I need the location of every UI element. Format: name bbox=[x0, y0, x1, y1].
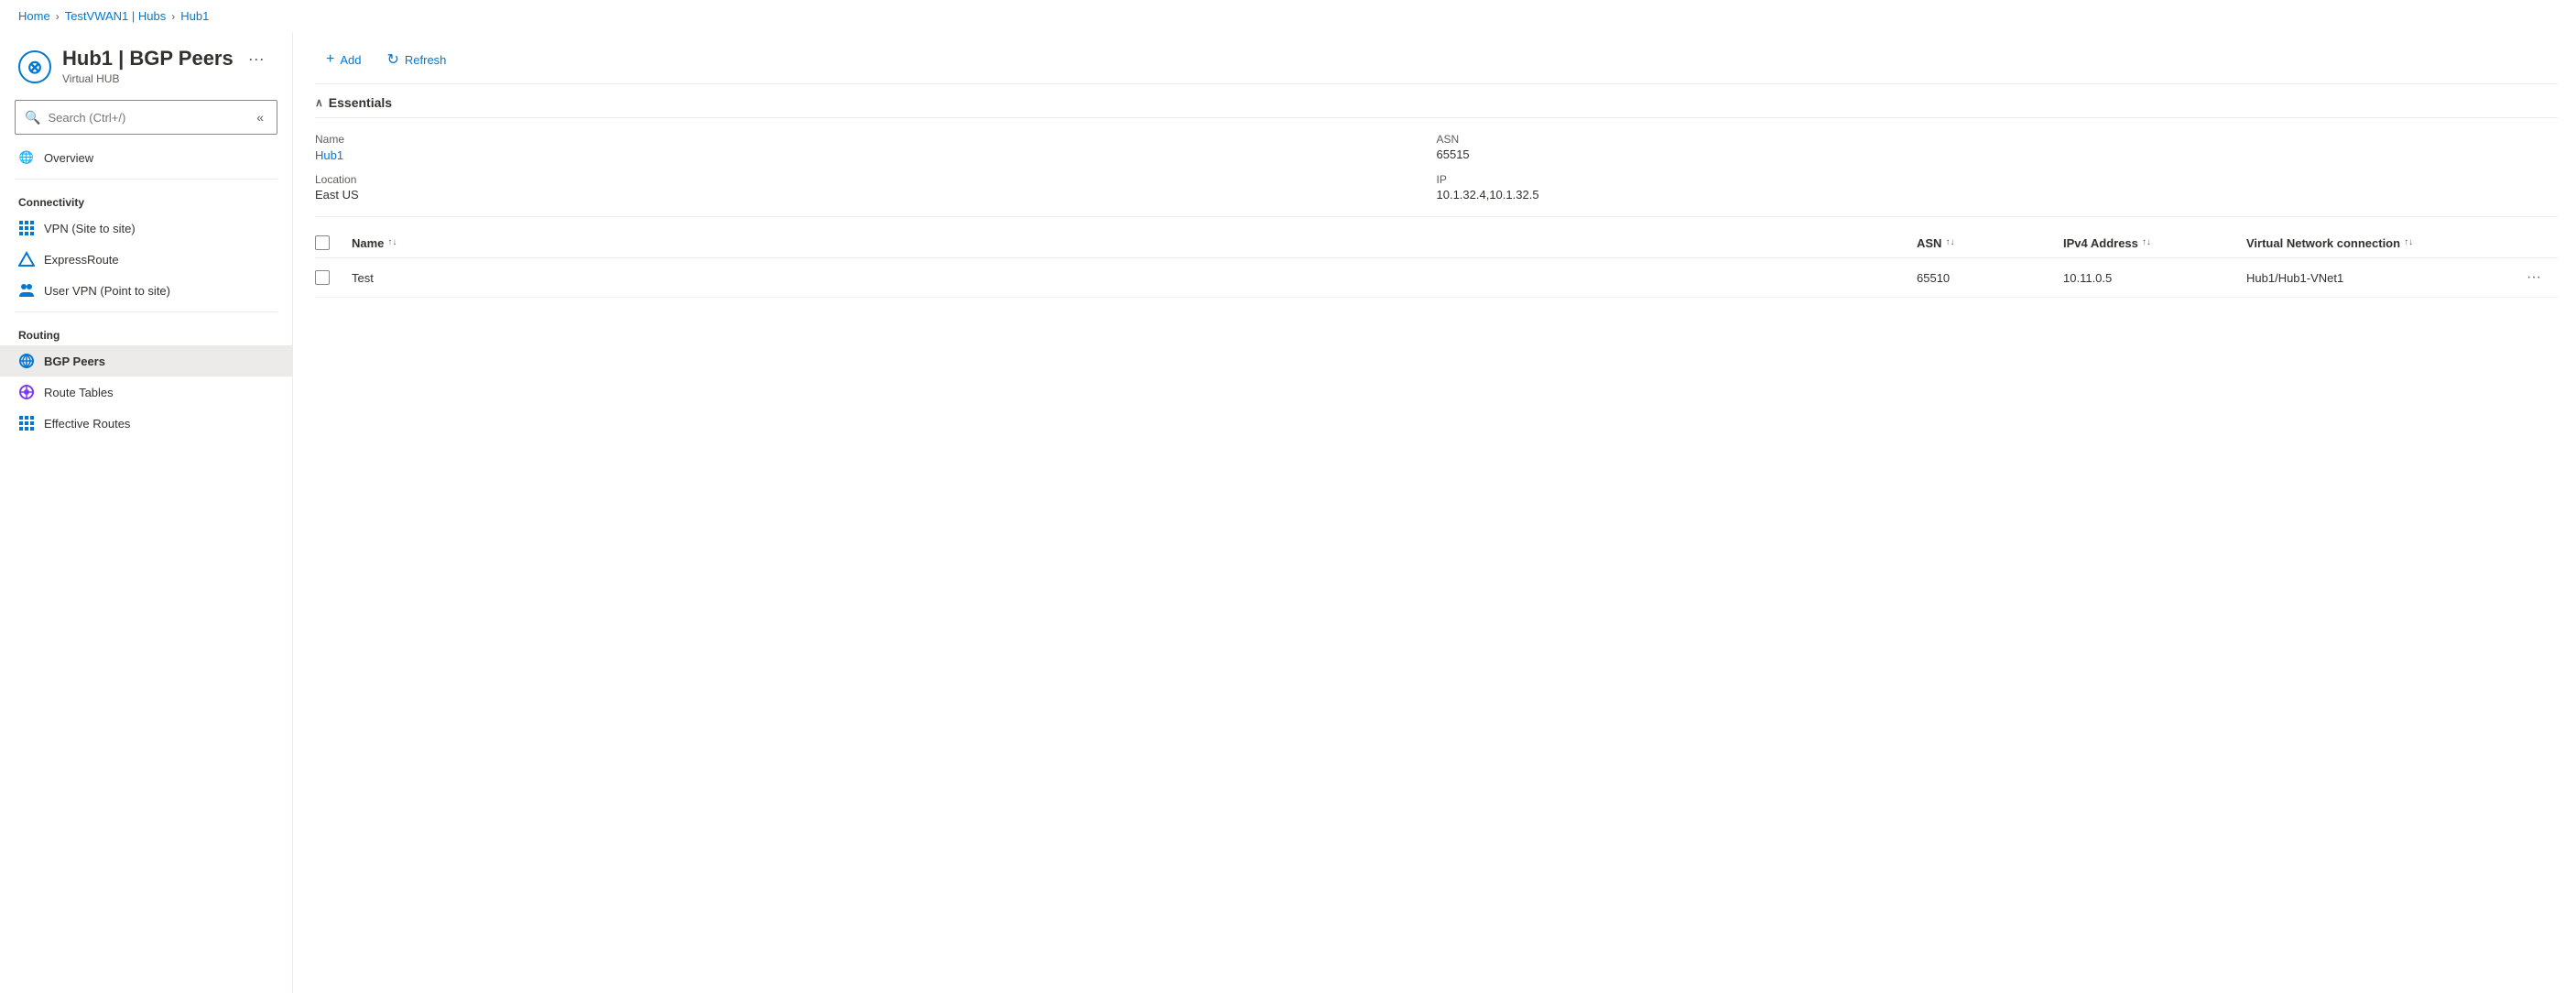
sidebar-item-label: User VPN (Point to site) bbox=[44, 284, 170, 298]
content-area: + Add ↻ Refresh ∧ Essentials Name Hub1 A… bbox=[293, 32, 2576, 993]
hub-more-button[interactable]: ··· bbox=[248, 49, 265, 69]
ip-value: 10.1.32.4,10.1.32.5 bbox=[1437, 188, 2559, 202]
row-checkbox[interactable] bbox=[315, 270, 330, 285]
refresh-label: Refresh bbox=[405, 53, 447, 67]
row-asn: 65510 bbox=[1917, 271, 2063, 285]
row-more-button[interactable]: ··· bbox=[2521, 267, 2558, 288]
essentials-name: Name Hub1 bbox=[315, 127, 1437, 168]
col-header-vnet: Virtual Network connection ↑↓ bbox=[2246, 236, 2521, 250]
add-icon: + bbox=[326, 51, 334, 68]
essentials-title: Essentials bbox=[329, 95, 392, 110]
table-header-row: Name ↑↓ ASN ↑↓ IPv4 Address ↑↓ Virtual N… bbox=[315, 228, 2558, 258]
expressroute-icon bbox=[18, 251, 35, 267]
row-ipv4: 10.11.0.5 bbox=[2063, 271, 2246, 285]
sort-name-icon[interactable]: ↑↓ bbox=[387, 238, 397, 247]
breadcrumb-vwan[interactable]: TestVWAN1 | Hubs bbox=[65, 9, 167, 23]
toolbar: + Add ↻ Refresh bbox=[315, 32, 2558, 84]
sidebar-item-overview[interactable]: 🌐 Overview bbox=[0, 142, 292, 173]
row-name: Test bbox=[352, 271, 1917, 285]
search-input[interactable] bbox=[48, 111, 212, 125]
effectiveroutes-icon bbox=[18, 415, 35, 431]
sidebar: ⊗ Hub1 | BGP Peers ··· Virtual HUB 🔍 « 🌐… bbox=[0, 32, 293, 993]
sidebar-item-label: VPN (Site to site) bbox=[44, 222, 136, 235]
add-button[interactable]: + Add bbox=[315, 46, 372, 73]
collapse-sidebar-button[interactable]: « bbox=[253, 106, 267, 128]
breadcrumb: Home › TestVWAN1 | Hubs › Hub1 bbox=[0, 0, 2576, 32]
col-header-ipv4: IPv4 Address ↑↓ bbox=[2063, 236, 2246, 250]
add-label: Add bbox=[340, 53, 361, 67]
name-label: Name bbox=[315, 133, 1437, 146]
search-box: 🔍 « bbox=[15, 100, 277, 135]
bgppeers-icon bbox=[18, 353, 35, 369]
essentials-chevron-icon[interactable]: ∧ bbox=[315, 96, 323, 109]
row-vnet: Hub1/Hub1-VNet1 bbox=[2246, 271, 2521, 285]
sidebar-item-routetables[interactable]: Route Tables bbox=[0, 376, 292, 408]
col-header-name: Name ↑↓ bbox=[352, 236, 1917, 250]
refresh-button[interactable]: ↻ Refresh bbox=[375, 45, 457, 74]
sidebar-item-label: BGP Peers bbox=[44, 355, 105, 368]
location-label: Location bbox=[315, 173, 1437, 186]
sort-ipv4-icon[interactable]: ↑↓ bbox=[2142, 238, 2151, 247]
sort-vnet-icon[interactable]: ↑↓ bbox=[2404, 238, 2413, 247]
name-value[interactable]: Hub1 bbox=[315, 148, 343, 162]
page-title: Hub1 | BGP Peers bbox=[62, 47, 234, 71]
uservpn-icon bbox=[18, 282, 35, 299]
sidebar-item-label: Effective Routes bbox=[44, 417, 130, 431]
ip-label: IP bbox=[1437, 173, 2559, 186]
sidebar-item-bgppeers[interactable]: BGP Peers bbox=[0, 345, 292, 376]
breadcrumb-hub1[interactable]: Hub1 bbox=[180, 9, 209, 23]
routing-section-label: Routing bbox=[0, 318, 292, 345]
breadcrumb-home[interactable]: Home bbox=[18, 9, 50, 23]
connectivity-section-label: Connectivity bbox=[0, 185, 292, 213]
hub-subtitle: Virtual HUB bbox=[62, 72, 265, 85]
bgp-peers-table: Name ↑↓ ASN ↑↓ IPv4 Address ↑↓ Virtual N… bbox=[315, 228, 2558, 298]
essentials-section-header: ∧ Essentials bbox=[315, 84, 2558, 118]
sidebar-item-expressroute[interactable]: ExpressRoute bbox=[0, 244, 292, 275]
globe-icon: 🌐 bbox=[18, 149, 35, 166]
asn-label: ASN bbox=[1437, 133, 2559, 146]
essentials-location: Location East US bbox=[315, 168, 1437, 207]
sidebar-item-label: Overview bbox=[44, 151, 93, 165]
connectivity-divider bbox=[15, 179, 277, 180]
sort-asn-icon[interactable]: ↑↓ bbox=[1945, 238, 1954, 247]
sidebar-item-effectiveroutes[interactable]: Effective Routes bbox=[0, 408, 292, 439]
essentials-ip: IP 10.1.32.4,10.1.32.5 bbox=[1437, 168, 2559, 207]
hub-icon: ⊗ bbox=[18, 50, 51, 83]
sidebar-item-uservpn[interactable]: User VPN (Point to site) bbox=[0, 275, 292, 306]
vpn-icon bbox=[18, 220, 35, 236]
refresh-icon: ↻ bbox=[386, 50, 398, 69]
hub-title-block: Hub1 | BGP Peers ··· Virtual HUB bbox=[62, 47, 265, 85]
search-icon: 🔍 bbox=[25, 110, 40, 125]
essentials-grid: Name Hub1 ASN 65515 Location East US IP … bbox=[315, 118, 2558, 217]
sidebar-item-vpn[interactable]: VPN (Site to site) bbox=[0, 213, 292, 244]
table-select-all-checkbox[interactable] bbox=[315, 235, 330, 250]
sidebar-item-label: Route Tables bbox=[44, 386, 114, 399]
routing-divider bbox=[15, 311, 277, 312]
location-value: East US bbox=[315, 188, 1437, 202]
table-row: Test 65510 10.11.0.5 Hub1/Hub1-VNet1 ··· bbox=[315, 258, 2558, 298]
asn-value: 65515 bbox=[1437, 147, 2559, 161]
essentials-asn: ASN 65515 bbox=[1437, 127, 2559, 168]
sidebar-item-label: ExpressRoute bbox=[44, 253, 119, 267]
sidebar-header: ⊗ Hub1 | BGP Peers ··· Virtual HUB bbox=[0, 32, 292, 93]
routetables-icon bbox=[18, 384, 35, 400]
col-header-asn: ASN ↑↓ bbox=[1917, 236, 2063, 250]
